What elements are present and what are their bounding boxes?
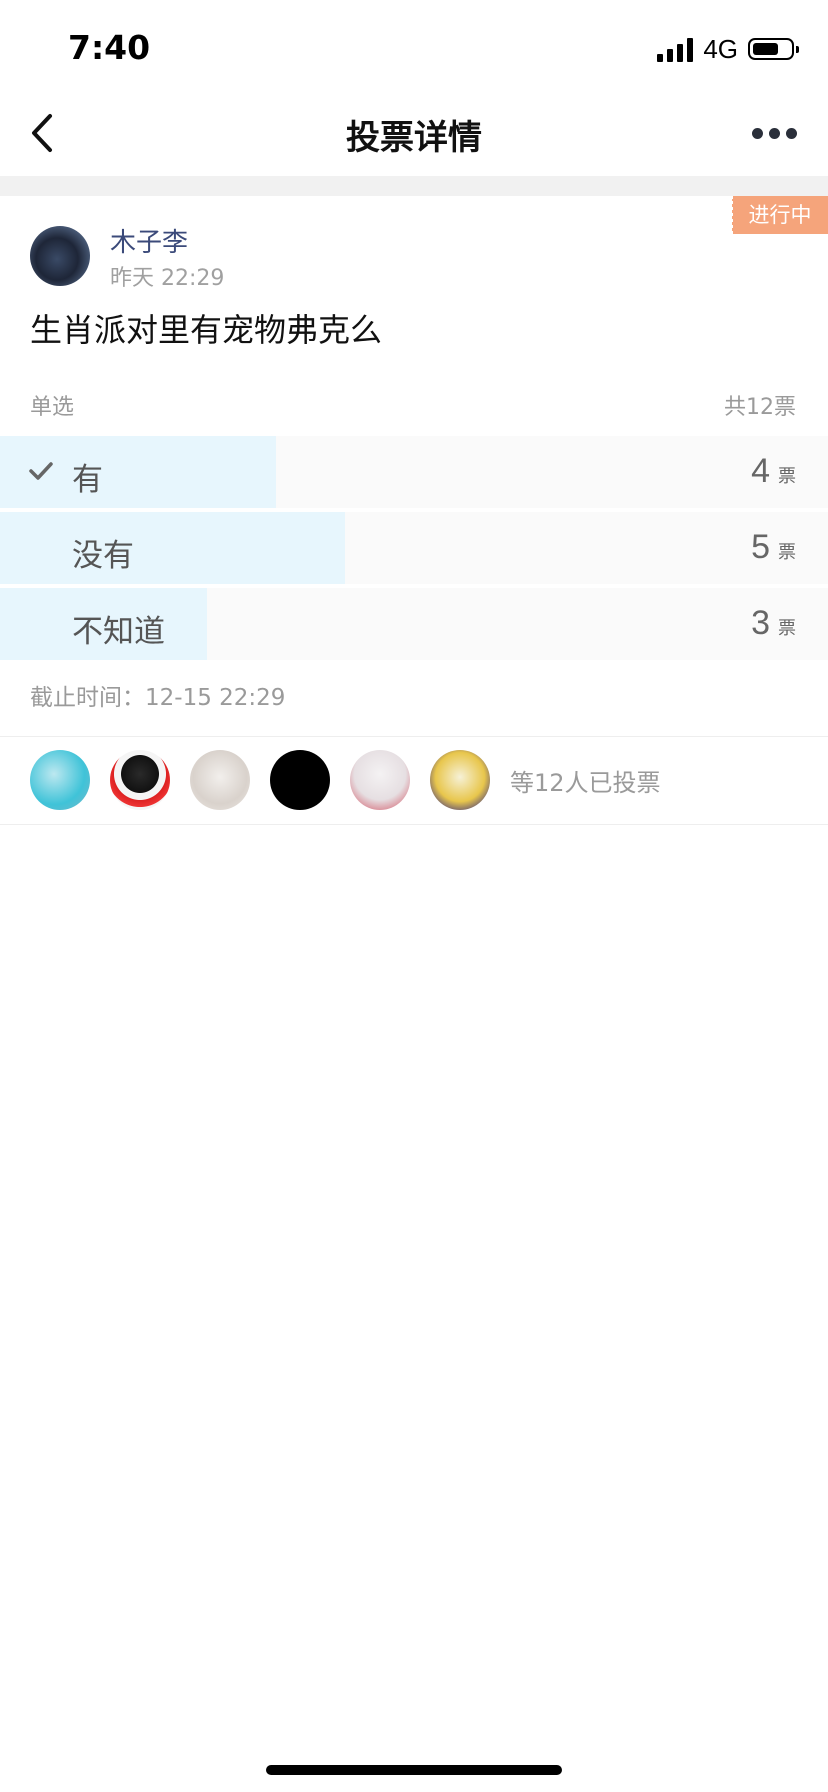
status-indicators: 4G: [657, 33, 799, 64]
author-avatar[interactable]: [30, 226, 90, 286]
nav-bar: 投票详情: [0, 90, 828, 176]
poll-option-you[interactable]: 有 4 票: [0, 436, 828, 508]
poll-options: 有 4 票 没有 5 票 不知道 3 票: [0, 436, 828, 664]
voter-summary[interactable]: 等12人已投票: [510, 763, 661, 798]
option-count: 5 票: [751, 528, 796, 567]
voter-avatar[interactable]: [430, 750, 490, 810]
option-count: 3 票: [751, 604, 796, 643]
author-name[interactable]: 木子李: [110, 222, 188, 259]
voter-avatar[interactable]: [270, 750, 330, 810]
deadline-value: 12-15 22:29: [145, 685, 286, 711]
page-title: 投票详情: [346, 118, 482, 158]
more-dots-icon[interactable]: [752, 120, 800, 146]
option-count-number: 3: [751, 604, 770, 642]
status-badge: 进行中: [730, 196, 828, 234]
check-icon: [28, 460, 54, 482]
option-label: 没有: [72, 538, 134, 574]
option-label: 不知道: [72, 614, 165, 650]
option-count-number: 4: [751, 452, 770, 490]
vote-type: 单选: [30, 395, 75, 420]
status-bar: 7:40 4G: [0, 0, 828, 90]
voter-avatar[interactable]: [110, 750, 170, 810]
option-count-unit: 票: [778, 542, 796, 563]
section-divider: [0, 176, 828, 196]
option-count-unit: 票: [778, 466, 796, 487]
signal-icon: [657, 36, 694, 62]
vote-total: 共12票: [724, 395, 796, 420]
voter-list[interactable]: 等12人已投票: [30, 750, 661, 810]
option-fill: [0, 512, 346, 584]
battery-icon: [748, 38, 799, 60]
network-label: 4G: [703, 33, 738, 64]
voter-avatar[interactable]: [190, 750, 250, 810]
poll-question: 生肖派对里有宠物弗克么: [30, 311, 383, 349]
deadline-label: 截止时间：: [30, 685, 145, 711]
poll-option-meiyou[interactable]: 没有 5 票: [0, 512, 828, 584]
divider: [0, 736, 828, 737]
voter-avatar[interactable]: [30, 750, 90, 810]
option-count-number: 5: [751, 528, 770, 566]
battery-fill: [753, 43, 779, 55]
divider: [0, 824, 828, 825]
status-time: 7:40: [68, 28, 151, 67]
option-label: 有: [72, 462, 103, 498]
voter-avatar[interactable]: [350, 750, 410, 810]
poll-option-buzhidao[interactable]: 不知道 3 票: [0, 588, 828, 660]
option-count: 4 票: [751, 452, 796, 491]
home-indicator: [266, 1765, 562, 1775]
option-count-unit: 票: [778, 618, 796, 639]
post-time: 昨天 22:29: [110, 266, 225, 291]
deadline: 截止时间：12-15 22:29: [30, 678, 285, 712]
